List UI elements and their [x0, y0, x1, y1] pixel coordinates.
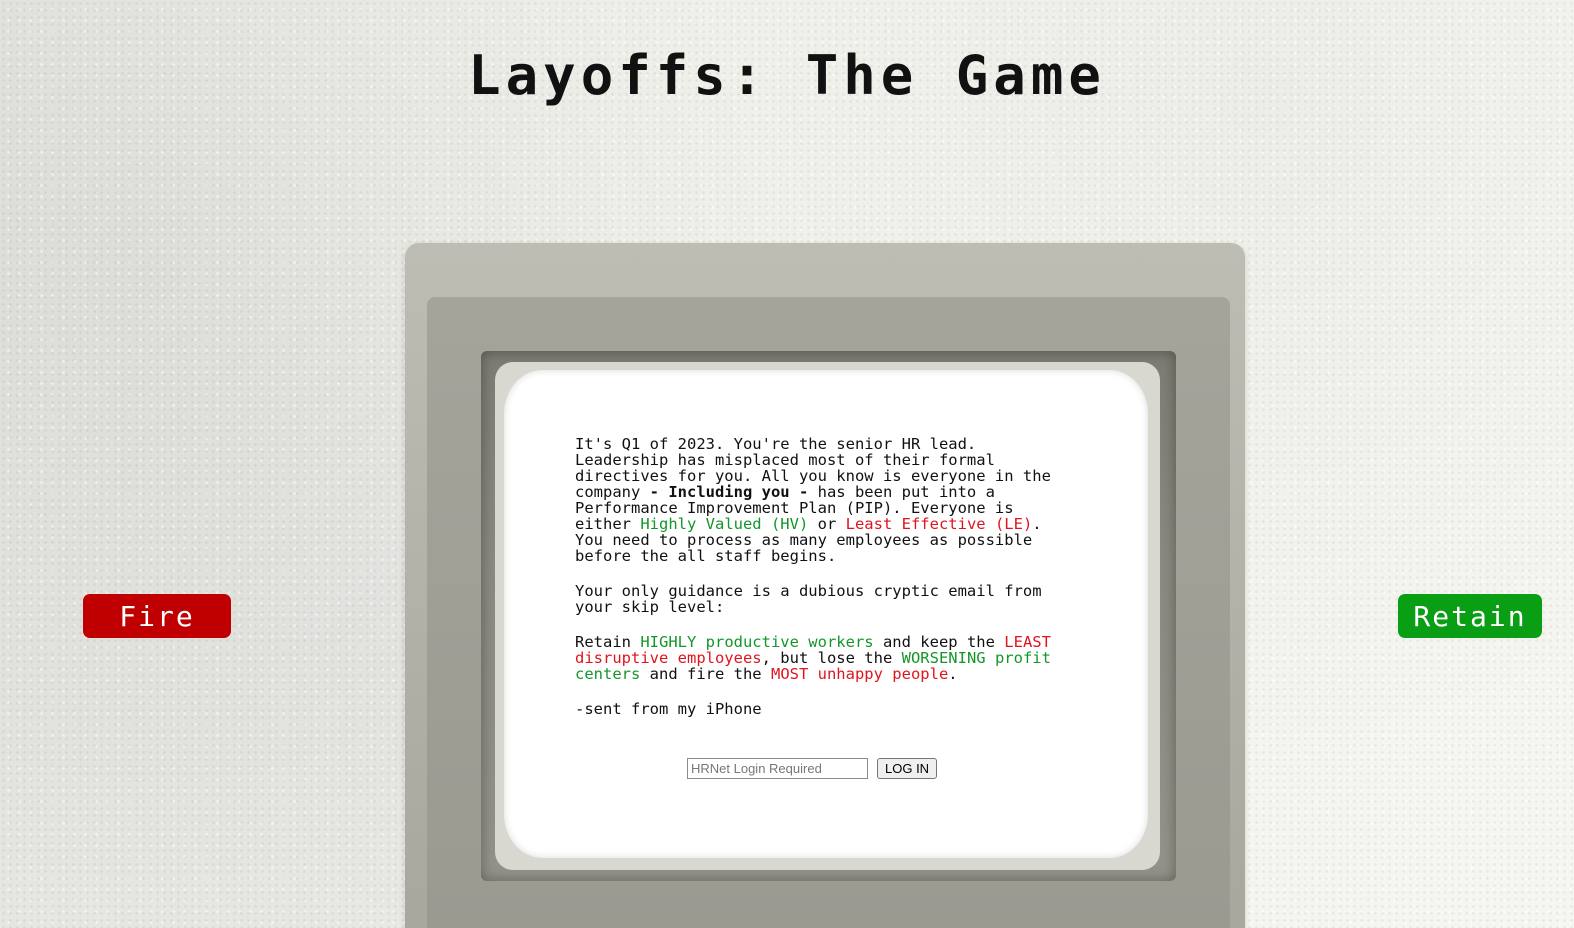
email-text-5: . — [948, 665, 958, 683]
email-signature: -sent from my iPhone — [575, 700, 762, 718]
login-input[interactable] — [687, 758, 868, 779]
email-text-4: and fire the — [640, 665, 771, 683]
login-form: LOG IN — [687, 758, 938, 779]
intro-paragraph: It's Q1 of 2023. You're the senior HR le… — [575, 436, 1060, 564]
game-title: Layoffs: The Game — [468, 44, 1106, 107]
retain-button[interactable]: Retain — [1398, 594, 1542, 638]
guidance-paragraph: Your only guidance is a dubious cryptic … — [575, 582, 1042, 616]
fire-button[interactable]: Fire — [83, 594, 231, 638]
email-most-unhappy: MOST unhappy people — [770, 665, 949, 683]
screen-content: It's Q1 of 2023. You're the senior HR le… — [575, 436, 1060, 736]
email-paragraph: Retain HIGHLY productive workers and kee… — [575, 634, 1060, 682]
login-button[interactable]: LOG IN — [877, 758, 938, 779]
